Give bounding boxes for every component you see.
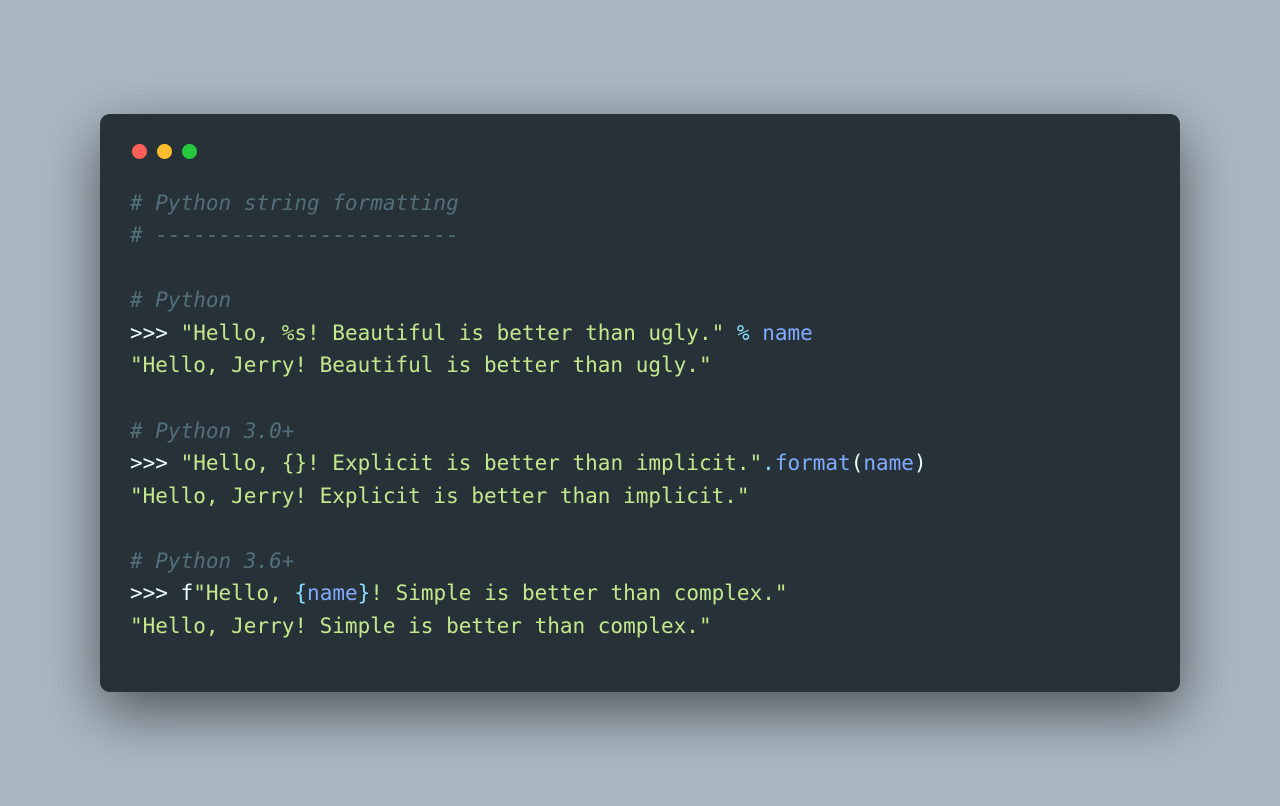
code-token: # Python string formatting	[130, 191, 459, 215]
code-token: # Python 3.0+	[130, 419, 294, 443]
code-token: f	[181, 581, 194, 605]
code-token: format	[775, 451, 851, 475]
code-token	[724, 321, 737, 345]
code-token: "Hello, Jerry! Beautiful is better than …	[130, 353, 712, 377]
minimize-icon[interactable]	[157, 144, 172, 159]
code-token: # Python	[130, 288, 231, 312]
code-token: name	[307, 581, 358, 605]
code-token: "Hello, Jerry! Simple is better than com…	[130, 614, 712, 638]
code-token: >>>	[130, 321, 181, 345]
code-token: "Hello, Jerry! Explicit is better than i…	[130, 484, 750, 508]
code-token: "Hello, {}! Explicit is better than impl…	[181, 451, 763, 475]
window-titlebar	[130, 138, 1150, 187]
code-token: "Hello, %s! Beautiful is better than ugl…	[181, 321, 725, 345]
code-token: )	[914, 451, 927, 475]
code-token: %	[737, 321, 750, 345]
code-block: # Python string formatting # -----------…	[130, 187, 1150, 643]
code-token	[750, 321, 763, 345]
code-token: .	[762, 451, 775, 475]
code-token: name	[762, 321, 813, 345]
code-token: >>>	[130, 581, 181, 605]
code-token: # Python 3.6+	[130, 549, 294, 573]
code-token: # ------------------------	[130, 223, 459, 247]
close-icon[interactable]	[132, 144, 147, 159]
code-token: }	[358, 581, 371, 605]
code-token: "Hello,	[193, 581, 294, 605]
code-window: # Python string formatting # -----------…	[100, 114, 1180, 693]
code-token: ! Simple is better than complex."	[370, 581, 787, 605]
code-token: {	[294, 581, 307, 605]
zoom-icon[interactable]	[182, 144, 197, 159]
code-token: (	[851, 451, 864, 475]
code-token: >>>	[130, 451, 181, 475]
code-token: name	[863, 451, 914, 475]
